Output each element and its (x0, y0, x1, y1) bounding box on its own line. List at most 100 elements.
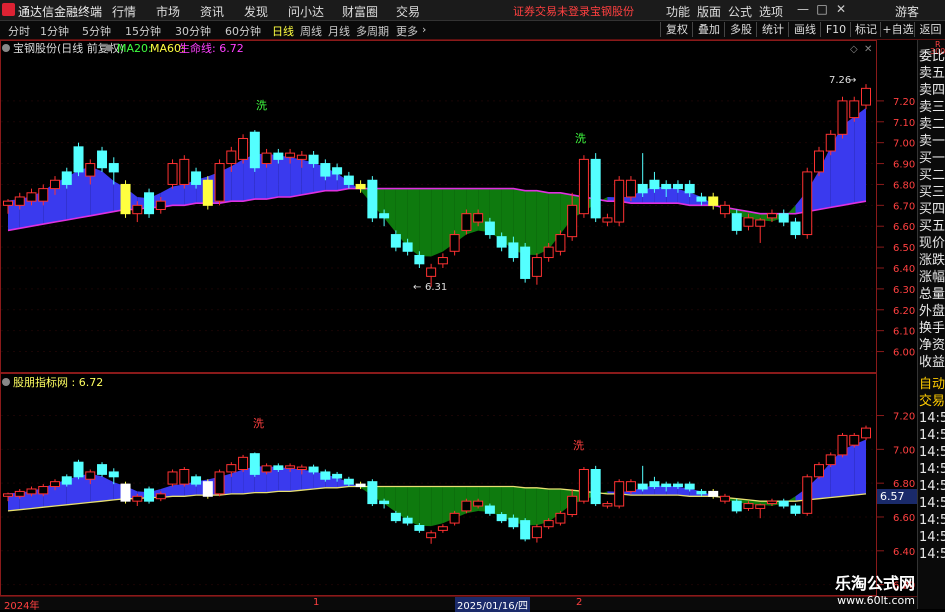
adjust-button[interactable]: 复权 (660, 22, 693, 37)
quote-field-16[interactable]: 换手 (919, 320, 945, 337)
uptrend-band (290, 468, 302, 492)
draw-line-button[interactable]: 画线 (788, 22, 821, 37)
candle-body (825, 454, 836, 466)
quote-field-13[interactable]: 涨幅 (919, 269, 945, 286)
quote-field-11[interactable]: 现价 (919, 235, 945, 252)
period-tab-30min[interactable]: 30分钟 (175, 23, 211, 39)
quote-field-29[interactable]: 14:56 (919, 546, 945, 563)
period-tab-monthly[interactable]: 月线 (328, 23, 350, 39)
candle-body (590, 158, 601, 219)
period-tab-daily[interactable]: 日线 (272, 23, 294, 39)
candle-body (285, 152, 296, 158)
price-tick-label: 6.80 (893, 479, 915, 490)
candle-body (790, 221, 801, 236)
candle-body (437, 526, 448, 531)
quote-field-18[interactable]: 收益 (919, 354, 945, 371)
diamond-icon[interactable]: ◇ (850, 44, 858, 55)
back-button[interactable]: 返回 (914, 22, 945, 37)
quote-field-9[interactable]: 买四 (919, 201, 945, 218)
quote-field-8[interactable]: 买三 (919, 184, 945, 201)
period-tab-intraday[interactable]: 分时 (8, 23, 30, 39)
candle-body (97, 464, 108, 475)
quote-field-26[interactable]: 14:56 (919, 495, 945, 512)
month-label: 1 (313, 597, 320, 608)
settings-dot-icon[interactable] (105, 44, 113, 52)
candle-body (755, 219, 766, 227)
panel-toggle-icon[interactable] (2, 44, 10, 52)
price-tick-label: 6.60 (893, 222, 915, 233)
maximize-icon[interactable]: □ (814, 2, 830, 17)
candle-body (144, 192, 155, 215)
quote-field-27[interactable]: 14:56 (919, 512, 945, 529)
period-tab-5min[interactable]: 5分钟 (82, 23, 111, 39)
quote-field-15[interactable]: 外盘 (919, 303, 945, 320)
menu-item-formula[interactable]: 公式 (728, 3, 752, 20)
quote-field-12[interactable]: 涨跌 (919, 252, 945, 269)
login-warning[interactable]: 证券交易未登录 (513, 3, 590, 19)
candle-body (273, 465, 284, 471)
quote-field-2[interactable]: 卖四 (919, 82, 945, 99)
quote-field-22[interactable]: 14:56 (919, 427, 945, 444)
quote-field-25[interactable]: 14:56 (919, 478, 945, 495)
quote-field-1[interactable]: 卖五 (919, 65, 945, 82)
menu-item-ask[interactable]: 问小达 (288, 3, 324, 20)
candle-body (661, 483, 672, 488)
quote-field-4[interactable]: 卖二 (919, 116, 945, 133)
period-tab-more[interactable]: 更多 (396, 23, 418, 39)
menu-item-market[interactable]: 市场 (156, 3, 180, 20)
menu-item-layout[interactable]: 版面 (697, 3, 721, 20)
quote-field-28[interactable]: 14:56 (919, 529, 945, 546)
overlay-button[interactable]: 叠加 (692, 22, 725, 37)
candle-body (308, 466, 319, 473)
period-tab-1min[interactable]: 1分钟 (40, 23, 69, 39)
menu-item-trade[interactable]: 交易 (396, 3, 420, 20)
mark-button[interactable]: 标记 (850, 22, 881, 37)
price-tick-label: 7.00 (893, 139, 915, 150)
quote-field-23[interactable]: 14:56 (919, 444, 945, 461)
quote-field-6[interactable]: 买一 (919, 150, 945, 167)
quote-field-14[interactable]: 总量 (919, 286, 945, 303)
minimize-icon[interactable]: — (795, 2, 811, 17)
wash-signal-label: 洗 (573, 439, 584, 452)
statistics-button[interactable]: 统计 (756, 22, 789, 37)
guest-label[interactable]: 游客 (895, 3, 919, 20)
candle-body (708, 490, 719, 497)
kline-chart[interactable]: 宝钢股份(日线 前复权) MA20: MA60: 生命线: 6.72 ◇ ✕ 7… (0, 40, 917, 596)
quote-field-7[interactable]: 买二 (919, 167, 945, 184)
menu-item-quotes[interactable]: 行情 (112, 3, 136, 20)
period-tab-weekly[interactable]: 周线 (300, 23, 322, 39)
sub-panel-toggle-icon[interactable] (2, 378, 10, 386)
downtrend-band (525, 487, 537, 526)
candle-body (708, 196, 719, 206)
stock-tag[interactable]: 宝钢股份 (590, 3, 634, 19)
candle-body (508, 517, 519, 528)
quote-field-17[interactable]: 净资 (919, 337, 945, 354)
period-tab-15min[interactable]: 15分钟 (125, 23, 161, 39)
quote-field-21[interactable]: 14:56 (919, 410, 945, 427)
sub-panel-frame (0, 373, 877, 596)
menu-item-function[interactable]: 功能 (666, 3, 690, 20)
candle-body (602, 217, 613, 223)
period-tab-multi[interactable]: 多周期 (356, 23, 389, 39)
quote-field-0[interactable]: 委比 (919, 48, 945, 65)
candle-body (661, 183, 672, 190)
quote-field-20[interactable]: 交易 (919, 393, 945, 410)
quote-field-10[interactable]: 买五 (919, 218, 945, 235)
period-tab-60min[interactable]: 60分钟 (225, 23, 261, 39)
close-icon[interactable]: ✕ (833, 2, 849, 17)
quote-field-3[interactable]: 卖三 (919, 99, 945, 116)
menu-item-wealth[interactable]: 财富圈 (342, 3, 378, 20)
quote-field-5[interactable]: 卖一 (919, 133, 945, 150)
close-panel-icon[interactable]: ✕ (864, 44, 872, 55)
f10-button[interactable]: F10 (820, 22, 851, 37)
menu-item-news[interactable]: 资讯 (200, 3, 224, 20)
menu-item-discover[interactable]: 发现 (244, 3, 268, 20)
candle-body (155, 493, 166, 500)
chevron-right-icon[interactable]: › (422, 23, 426, 36)
quote-field-19[interactable]: 自动 (919, 376, 945, 393)
multi-stock-button[interactable]: 多股 (724, 22, 757, 37)
candle-body (108, 163, 119, 173)
menu-item-options[interactable]: 选项 (759, 3, 783, 20)
quote-field-24[interactable]: 14:56 (919, 461, 945, 478)
add-watchlist-button[interactable]: +自选 (880, 22, 915, 37)
